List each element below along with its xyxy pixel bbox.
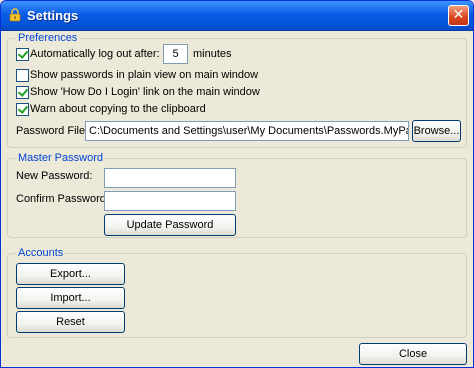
accounts-group: Accounts Export... Import... Reset <box>7 246 467 338</box>
update-password-button[interactable]: Update Password <box>104 214 236 236</box>
close-button[interactable]: Close <box>359 343 467 365</box>
warn-clipboard-checkbox[interactable] <box>16 103 29 116</box>
logout-minutes-input[interactable]: 5 <box>163 44 188 64</box>
accounts-legend: Accounts <box>16 246 66 260</box>
show-how-login-checkbox[interactable] <box>16 86 29 99</box>
reset-button[interactable]: Reset <box>16 311 125 333</box>
close-window-button[interactable]: ✕ <box>448 5 469 26</box>
auto-logout-checkbox[interactable] <box>16 48 29 61</box>
export-button[interactable]: Export... <box>16 263 125 285</box>
settings-window: Settings ✕ Preferences Automatically log… <box>0 0 474 368</box>
warn-clipboard-label: Warn about copying to the clipboard <box>30 103 206 115</box>
show-plain-passwords-checkbox[interactable] <box>16 69 29 82</box>
show-how-login-label: Show 'How Do I Login' link on the main w… <box>30 86 260 98</box>
password-file-input[interactable]: C:\Documents and Settings\user\My Docume… <box>85 121 409 141</box>
password-file-label: Password File: <box>16 125 89 137</box>
confirm-password-input[interactable] <box>104 191 236 211</box>
preferences-group: Preferences Automatically log out after:… <box>7 31 467 148</box>
confirm-password-label: Confirm Password: <box>16 193 109 205</box>
master-password-group: Master Password New Password: Confirm Pa… <box>7 151 467 238</box>
browse-button[interactable]: Browse... <box>412 120 461 142</box>
auto-logout-label: Automatically log out after: <box>30 48 160 60</box>
new-password-input[interactable] <box>104 168 236 188</box>
window-title: Settings <box>27 8 79 23</box>
new-password-label: New Password: <box>16 170 93 182</box>
master-password-legend: Master Password <box>16 151 105 165</box>
title-bar[interactable]: Settings ✕ <box>1 1 473 31</box>
preferences-legend: Preferences <box>16 31 80 45</box>
minutes-label: minutes <box>193 48 232 60</box>
padlock-icon <box>9 8 21 22</box>
import-button[interactable]: Import... <box>16 287 125 309</box>
show-plain-passwords-label: Show passwords in plain view on main win… <box>30 69 259 81</box>
